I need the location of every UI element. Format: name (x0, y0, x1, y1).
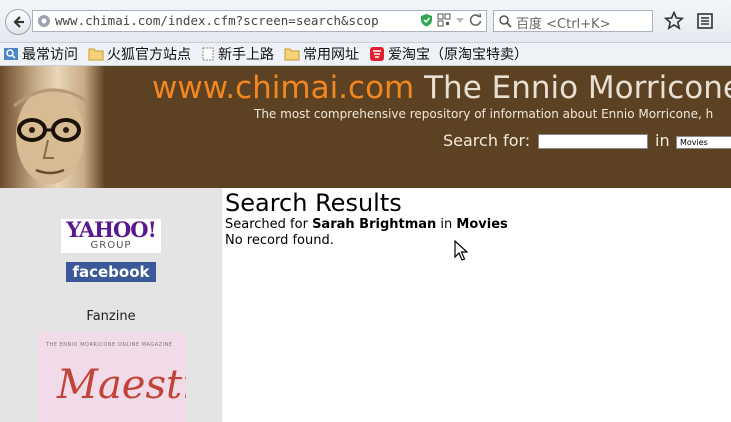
facebook-link[interactable]: facebook (66, 262, 156, 282)
globe-icon (38, 15, 50, 27)
dropdown-arrow-icon[interactable] (455, 13, 465, 27)
bookmark-label: 火狐官方站点 (107, 47, 191, 63)
url-text[interactable]: www.chimai.com/index.cfm?screen=search&s… (55, 13, 433, 28)
portrait-image (13, 88, 89, 184)
sidebar: YAHOO! GROUP facebook Fanzine THE ENNIO … (0, 188, 222, 422)
shield-icon[interactable] (420, 13, 433, 27)
reload-icon[interactable] (469, 13, 482, 27)
search-icon (499, 15, 512, 28)
bookmark-common-sites[interactable]: 常用网址 (284, 44, 359, 64)
back-button[interactable] (5, 9, 31, 35)
magazine-title: Maestro (57, 362, 186, 408)
bookmark-star-icon[interactable] (664, 11, 684, 31)
most-visited-icon (4, 48, 18, 60)
site-title-rest: The Ennio Morricone (414, 70, 731, 106)
site-search-input[interactable] (538, 134, 648, 149)
search-for-label: Search for: (443, 131, 531, 150)
site-title: www.chimai.com The Ennio Morricone (152, 70, 731, 106)
in-label: in (655, 131, 670, 150)
searched-prefix: Searched for (225, 217, 313, 232)
bookmark-label: 新手上路 (218, 47, 274, 63)
mouse-cursor-icon (454, 240, 468, 261)
category-select[interactable]: Movies (676, 136, 731, 149)
search-placeholder[interactable]: 百度 <Ctrl+K> (516, 13, 610, 32)
browser-toolbar: www.chimai.com/index.cfm?screen=search&s… (0, 0, 731, 43)
page-title: Search Results (225, 189, 402, 217)
bookmark-label: 最常访问 (22, 47, 78, 63)
maestro-magazine-cover[interactable]: THE ENNIO MORRICONE ONLINE MAGAZINE Maes… (37, 332, 186, 422)
site-tagline: The most comprehensive repository of inf… (254, 107, 714, 121)
fanzine-label: Fanzine (86, 309, 136, 324)
address-bar[interactable]: www.chimai.com/index.cfm?screen=search&s… (32, 10, 487, 32)
in-word: in (436, 217, 457, 232)
bookmark-getting-started[interactable]: 新手上路 (201, 44, 274, 64)
folder-icon (284, 48, 300, 61)
no-record-message: No record found. (225, 233, 334, 248)
bookmark-most-visited[interactable]: 最常访问 (3, 44, 78, 64)
search-category: Movies (456, 217, 508, 232)
reading-list-icon[interactable] (695, 11, 715, 31)
bookmarks-toolbar: 最常访问 火狐官方站点 新手上路 常用网址 爱淘宝（原淘宝特卖） (0, 43, 731, 66)
taobao-icon (370, 47, 384, 61)
bookmark-firefox-site[interactable]: 火狐官方站点 (88, 44, 191, 64)
yahoo-logo-text: YAHOO! (66, 217, 157, 242)
yahoo-group-link[interactable]: YAHOO! GROUP (61, 219, 161, 253)
qr-code-icon[interactable] (437, 13, 451, 27)
site-header: www.chimai.com The Ennio Morricone The m… (0, 66, 731, 188)
search-summary: Searched for Sarah Brightman in Movies (225, 217, 508, 232)
bookmark-label: 爱淘宝（原淘宝特卖） (388, 47, 528, 63)
web-search-box[interactable]: 百度 <Ctrl+K> (493, 10, 653, 32)
bookmark-taobao[interactable]: 爱淘宝（原淘宝特卖） (369, 44, 528, 64)
folder-icon (88, 48, 104, 61)
page-icon (202, 47, 214, 61)
magazine-subtitle: THE ENNIO MORRICONE ONLINE MAGAZINE (46, 342, 173, 348)
back-arrow-icon (13, 16, 24, 28)
site-domain[interactable]: www.chimai.com (152, 70, 414, 106)
ennio-morricone-portrait (0, 66, 105, 188)
search-query: Sarah Brightman (312, 217, 437, 232)
bookmark-label: 常用网址 (303, 47, 359, 63)
yahoo-group-text: GROUP (90, 240, 132, 251)
